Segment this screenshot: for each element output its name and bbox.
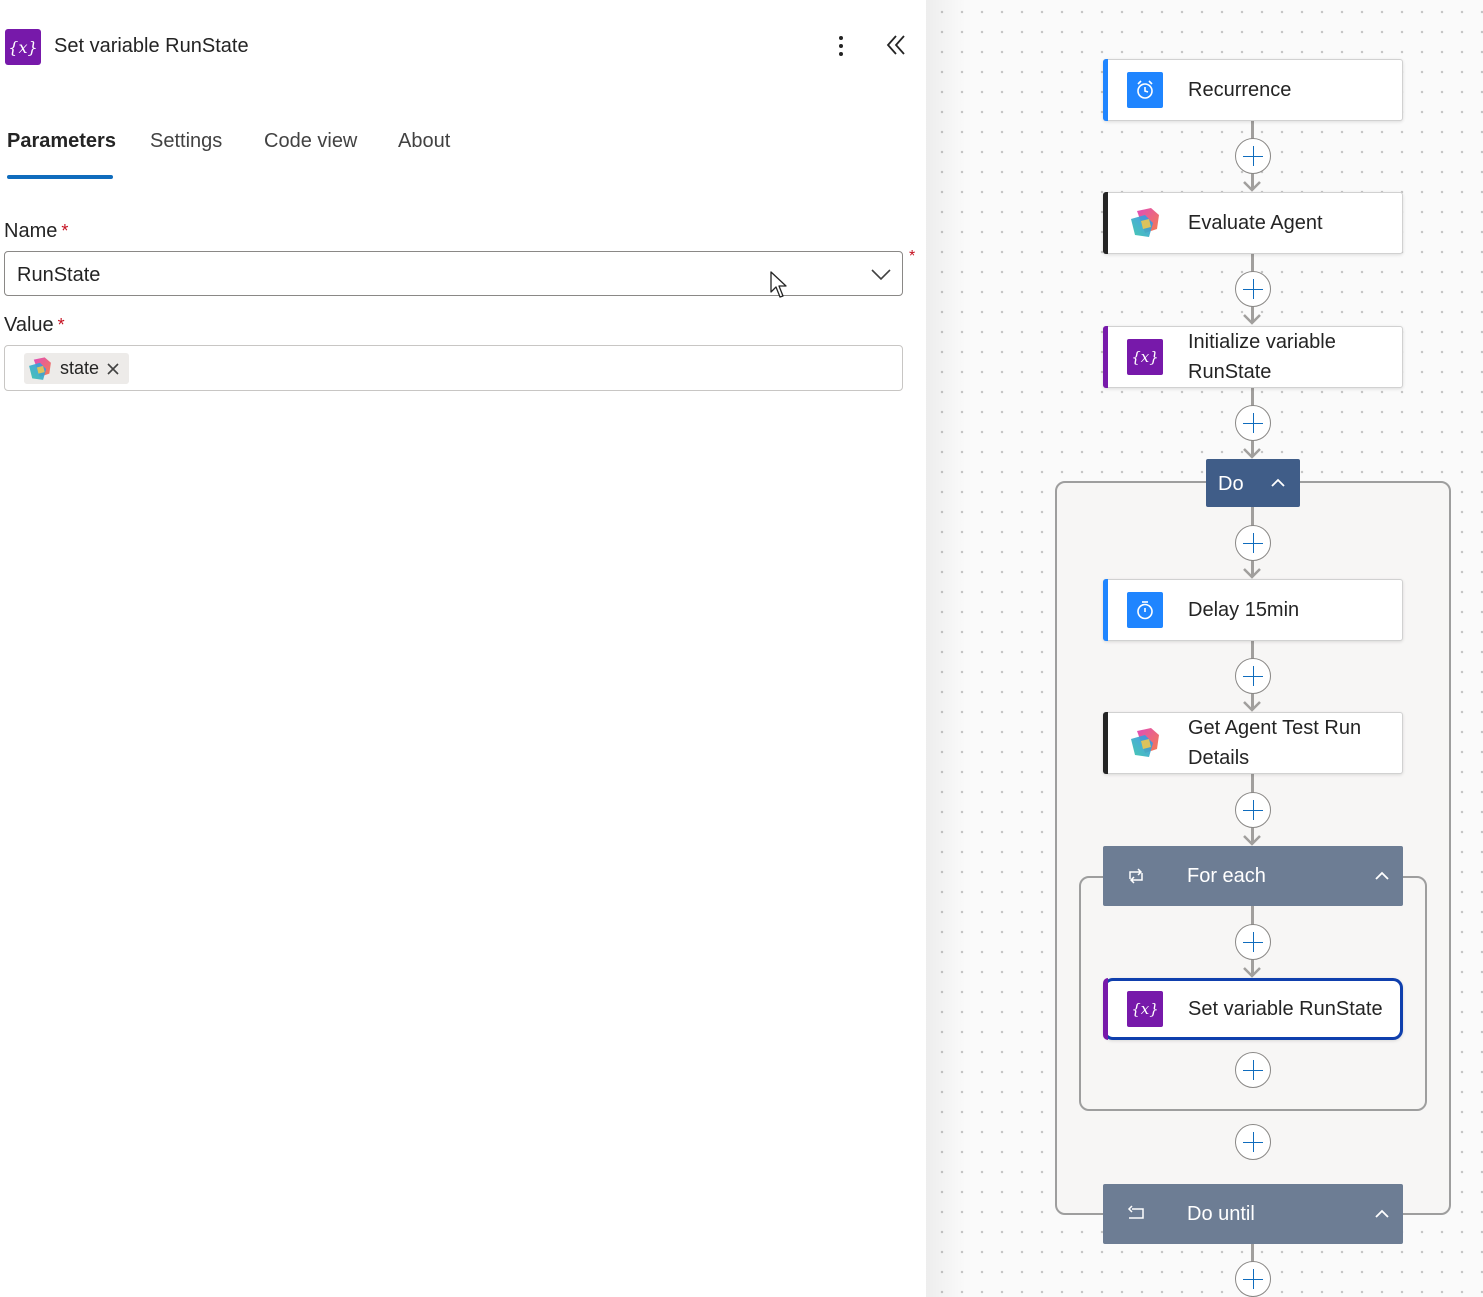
panel-divider-shadow [926,0,966,1297]
node-accent-stripe [1103,192,1108,254]
add-step-button[interactable] [1235,1052,1271,1088]
collapse-panel-button[interactable] [880,30,912,62]
token-label: state [60,358,100,378]
mouse-pointer-icon [770,271,787,298]
flow-node-set-variable[interactable]: {x} Set variable RunState [1103,978,1403,1040]
add-step-button[interactable] [1235,138,1271,174]
copilot-agent-icon [1127,725,1163,761]
chevron-up-icon[interactable] [1373,1208,1391,1220]
required-mark: * [61,221,69,241]
node-accent-stripe [1103,978,1108,1040]
value-input[interactable]: state [4,345,903,391]
scope-title: Do [1218,473,1244,495]
chevron-up-icon[interactable] [1373,870,1391,882]
action-details-panel: {x} Set variable RunState Parameters Set… [0,0,926,1297]
flow-node-evaluate-agent[interactable]: Evaluate Agent [1103,192,1403,254]
double-chevron-left-icon [886,35,905,55]
arrow-down-icon [1243,448,1261,459]
add-step-button[interactable] [1235,924,1271,960]
do-until-scope-header[interactable]: Do until [1103,1184,1403,1244]
node-accent-stripe [1103,579,1108,641]
arrow-down-icon [1243,314,1261,325]
more-options-button[interactable] [826,30,856,62]
add-step-button[interactable] [1235,792,1271,828]
flow-node-delay[interactable]: Delay 15min [1103,579,1403,641]
value-label-text: Value [4,314,54,336]
timer-icon [1127,592,1163,628]
arrow-down-icon [1243,835,1261,846]
scope-title: For each [1187,865,1266,887]
node-title: Initialize variable RunState [1188,331,1336,383]
node-title: Evaluate Agent [1188,212,1323,234]
add-step-button[interactable] [1235,271,1271,307]
alarm-clock-icon [1127,72,1163,108]
tab-parameters[interactable]: Parameters [7,130,116,180]
panel-title: Set variable RunState [54,35,249,57]
node-title: Recurrence [1188,79,1292,101]
panel-header: {x} Set variable RunState [0,0,926,95]
arrow-down-icon [1243,568,1261,579]
name-dropdown-value: RunState [17,264,101,286]
variable-icon: {x} [1127,339,1163,375]
active-tab-indicator [7,175,113,179]
arrow-down-icon [1243,181,1261,192]
node-accent-stripe [1103,59,1108,121]
do-until-icon [1127,1205,1144,1219]
name-field-label: Name * [4,220,68,243]
for-each-scope-header[interactable]: For each [1103,846,1403,906]
node-accent-stripe [1103,326,1108,388]
tab-code-view[interactable]: Code view [264,130,357,180]
tab-about[interactable]: About [398,130,450,180]
value-field-label: Value * [4,314,65,337]
node-title: Delay 15min [1188,599,1300,621]
node-title: Set variable RunState [1188,998,1383,1020]
copilot-agent-icon [1127,205,1163,241]
node-accent-stripe [1103,712,1108,774]
dynamic-content-token[interactable]: state [24,353,130,384]
do-scope-header[interactable]: Do [1206,459,1300,507]
add-step-button[interactable] [1235,1124,1271,1160]
node-title: Get Agent Test Run Details [1188,717,1362,769]
close-icon[interactable] [105,361,121,377]
arrow-down-icon [1243,701,1261,712]
required-indicator: * [909,248,916,265]
flow-node-recurrence[interactable]: Recurrence [1103,59,1403,121]
add-step-button[interactable] [1235,1261,1271,1297]
scope-title: Do until [1187,1203,1255,1225]
flow-node-get-agent-test-run-details[interactable]: Get Agent Test Run Details [1103,712,1403,774]
name-label-text: Name [4,220,58,242]
chevron-up-icon[interactable] [1269,477,1287,489]
add-step-button[interactable] [1235,658,1271,694]
variable-icon: {x} [1127,991,1163,1027]
add-step-button[interactable] [1235,525,1271,561]
loop-icon [1129,868,1143,884]
add-step-button[interactable] [1235,405,1271,441]
tab-settings[interactable]: Settings [150,130,222,180]
copilot-agent-icon [29,356,51,380]
chevron-down-icon[interactable] [870,264,892,284]
variable-icon: {x} [5,29,41,65]
flow-node-initialize-variable[interactable]: {x} Initialize variable RunState [1103,326,1403,388]
arrow-down-icon [1243,967,1261,978]
required-mark: * [57,315,65,335]
